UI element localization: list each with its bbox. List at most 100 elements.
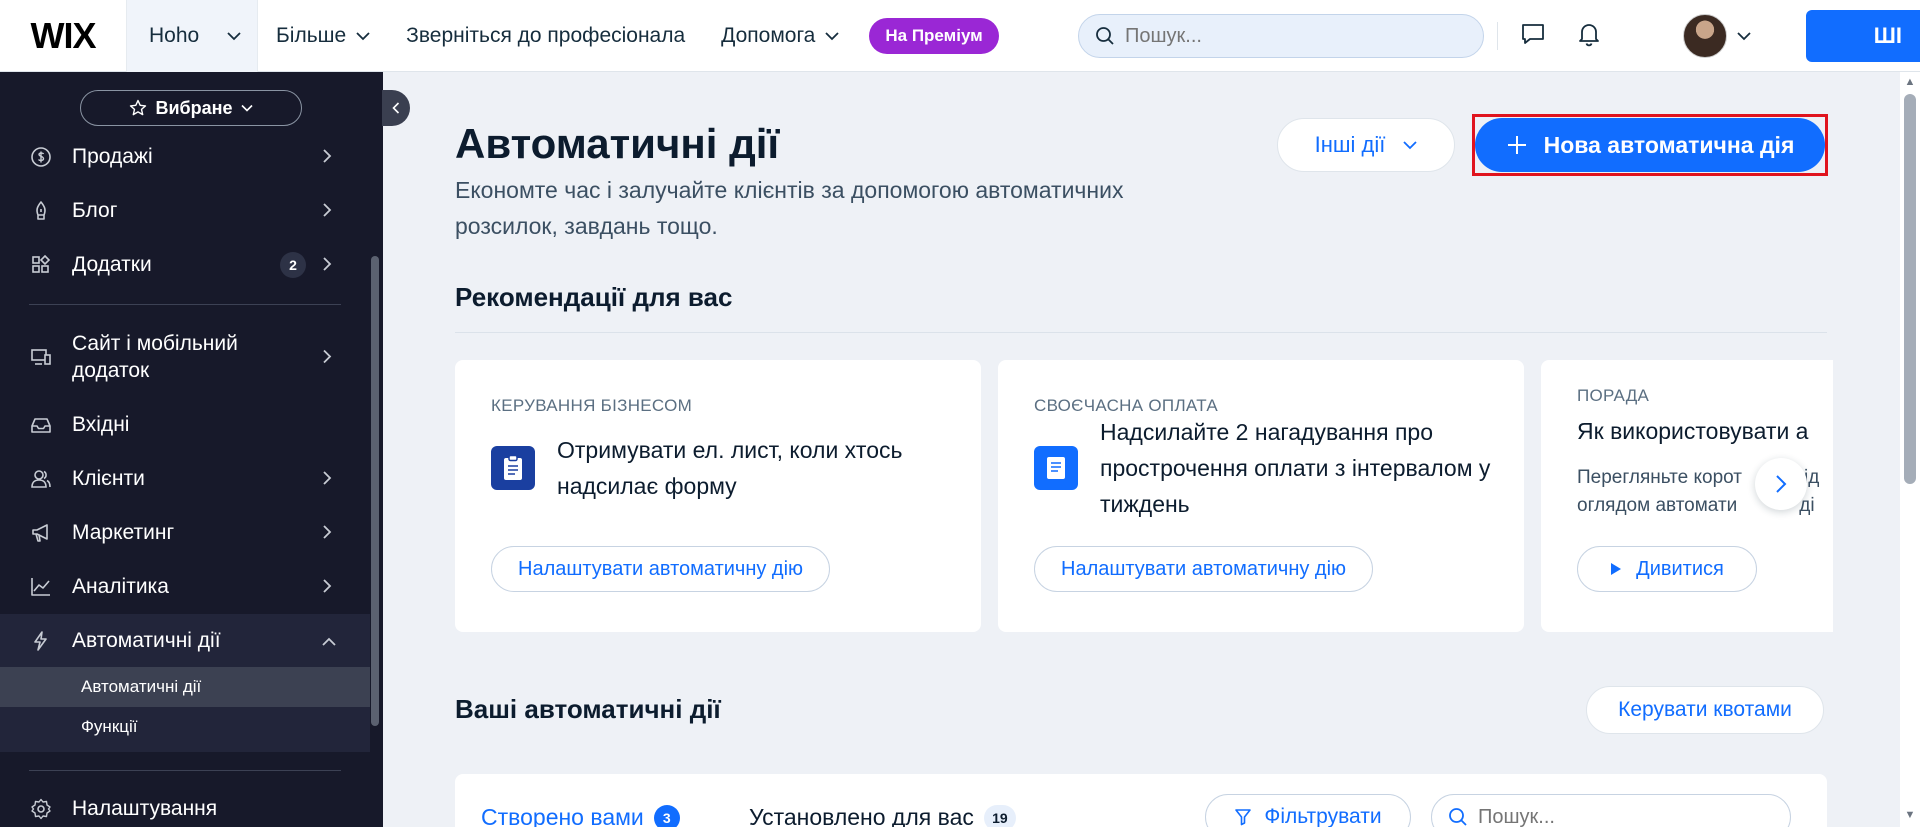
sidebar-subitem-automations[interactable]: Автоматичні дії — [0, 667, 370, 707]
card-category: СВОЄЧАСНА ОПЛАТА — [1034, 396, 1218, 415]
tab-count-badge: 19 — [983, 804, 1016, 827]
gear-icon — [28, 798, 54, 820]
card-category: ПОРАДА — [1577, 386, 1650, 405]
site-name: Hoho — [149, 23, 200, 47]
site-switcher[interactable]: Hoho — [126, 0, 258, 72]
page-scrollbar[interactable]: ▲ ▼ — [1900, 72, 1920, 827]
pen-nib-icon — [28, 200, 54, 222]
other-actions-button[interactable]: Інші дії — [1277, 118, 1455, 172]
premium-button[interactable]: На Преміум — [869, 17, 999, 54]
nav-help[interactable]: Допомога — [721, 24, 839, 48]
recommendation-card: КЕРУВАННЯ БІЗНЕСОМ Отримувати ел. лист, … — [455, 360, 981, 632]
setup-automation-button[interactable]: Налаштувати автоматичну дію — [491, 546, 831, 592]
apps-icon — [28, 254, 54, 276]
nav-more[interactable]: Більше — [276, 24, 370, 48]
top-icons — [1520, 0, 1602, 72]
recommendations-title: Рекомендації для вас — [455, 282, 733, 312]
chat-icon[interactable] — [1520, 21, 1546, 52]
bell-icon[interactable] — [1576, 21, 1602, 52]
sidebar-item-site[interactable]: Сайт і мобільний додаток — [0, 320, 370, 394]
tab-count-badge: 3 — [653, 804, 680, 827]
chevron-right-icon — [322, 575, 332, 599]
sidebar-item-marketing[interactable]: Маркетинг — [0, 506, 370, 560]
users-icon — [28, 468, 54, 490]
sidebar-item-clients[interactable]: Клієнти — [0, 452, 370, 506]
table-search-input[interactable] — [1478, 805, 1778, 827]
watch-button[interactable]: Дивитися — [1577, 546, 1757, 592]
top-bar: WIX Hoho Більше Зверніться до професіона… — [0, 0, 1920, 72]
scroll-up-arrow[interactable]: ▲ — [1904, 76, 1916, 88]
chevron-down-icon — [240, 104, 253, 112]
manage-quotas-button[interactable]: Керувати квотами — [1586, 686, 1824, 734]
sidebar-divider — [29, 304, 341, 305]
plus-icon — [1507, 136, 1526, 154]
megaphone-icon — [28, 522, 54, 544]
filter-icon — [1235, 809, 1252, 826]
chevron-right-icon — [322, 253, 332, 277]
tab-installed-for-you[interactable]: Установлено для вас 19 — [749, 804, 1016, 827]
clipboard-icon — [491, 446, 535, 490]
chevron-right-icon — [322, 145, 332, 169]
scroll-down-arrow[interactable]: ▼ — [1904, 809, 1916, 821]
your-automations-title: Ваші автоматичні дії — [455, 694, 721, 724]
lightning-icon — [28, 630, 54, 652]
sidebar-item-blog[interactable]: Блог — [0, 184, 370, 238]
sidebar-item-settings[interactable]: Налаштування — [0, 782, 370, 827]
sidebar-item-automations[interactable]: Автоматичні дії — [0, 614, 370, 668]
chevron-right-icon — [1776, 475, 1787, 493]
sidebar-item-analytics[interactable]: Аналітика — [0, 560, 370, 614]
main-content: Автоматичні дії Економте час і залучайте… — [383, 72, 1900, 827]
chevron-right-icon — [322, 467, 332, 491]
chevron-down-icon — [1737, 32, 1751, 41]
sidebar-scrollbar[interactable] — [371, 256, 379, 726]
search-icon — [1449, 808, 1467, 826]
chevron-down-icon — [1403, 141, 1418, 150]
automations-table: Створено вами 3 Установлено для вас 19 Ф… — [455, 774, 1827, 827]
play-icon — [1611, 563, 1622, 575]
apps-count-badge: 2 — [280, 252, 306, 278]
page-subtitle: Економте час і залучайте клієнтів за доп… — [455, 177, 1124, 239]
divider — [455, 332, 1827, 333]
account-menu[interactable] — [1683, 14, 1751, 58]
divider — [1497, 22, 1498, 50]
table-search[interactable] — [1431, 794, 1791, 827]
devices-icon — [28, 346, 54, 368]
chart-line-icon — [28, 576, 54, 598]
page-title: Автоматичні дії — [455, 120, 780, 167]
tip-title: Як використовувати а — [1577, 418, 1809, 444]
sidebar-divider — [29, 770, 341, 771]
avatar — [1683, 14, 1727, 58]
setup-automation-button[interactable]: Налаштувати автоматичну дію — [1034, 546, 1374, 592]
scrollbar-thumb[interactable] — [1904, 94, 1916, 484]
chevron-up-icon — [322, 629, 336, 653]
carousel-next-button[interactable] — [1755, 458, 1807, 510]
automations-submenu: Автоматичні дії Функції — [0, 667, 370, 752]
sidebar-subitem-features[interactable]: Функції — [0, 707, 370, 747]
top-search-input[interactable] — [1125, 24, 1465, 48]
card-text: Отримувати ел. лист, коли хтось надсилає… — [557, 437, 903, 499]
chevron-down-icon — [825, 31, 839, 40]
filter-button[interactable]: Фільтрувати — [1205, 794, 1411, 827]
sidebar-item-inbox[interactable]: Вхідні — [0, 398, 370, 452]
chevron-right-icon — [322, 199, 332, 223]
sidebar-item-sales[interactable]: Продажі — [0, 130, 370, 184]
inbox-icon — [28, 414, 54, 436]
card-text: Надсилайте 2 нагадування про простроченн… — [1100, 419, 1491, 517]
nav-hire-professional[interactable]: Зверніться до професіонала — [406, 24, 685, 48]
favorites-button[interactable]: Вибране — [80, 90, 302, 126]
wix-logo[interactable]: WIX — [0, 0, 126, 72]
chevron-down-icon — [227, 31, 241, 40]
chevron-right-icon — [322, 521, 332, 545]
recommendation-card: СВОЄЧАСНА ОПЛАТА Надсилайте 2 нагадуванн… — [998, 360, 1524, 632]
new-automation-button[interactable]: Нова автоматична дія — [1475, 118, 1825, 172]
star-icon — [130, 99, 147, 116]
search-icon — [1096, 27, 1114, 45]
chevron-down-icon — [356, 31, 370, 40]
ai-button[interactable]: ШІ — [1806, 10, 1920, 62]
chevron-right-icon — [322, 344, 332, 371]
top-search[interactable] — [1078, 14, 1484, 58]
sidebar-item-apps[interactable]: Додатки 2 — [0, 238, 370, 292]
document-icon — [1034, 446, 1078, 490]
tab-created-by-you[interactable]: Створено вами 3 — [481, 804, 680, 827]
dollar-icon — [28, 146, 54, 168]
